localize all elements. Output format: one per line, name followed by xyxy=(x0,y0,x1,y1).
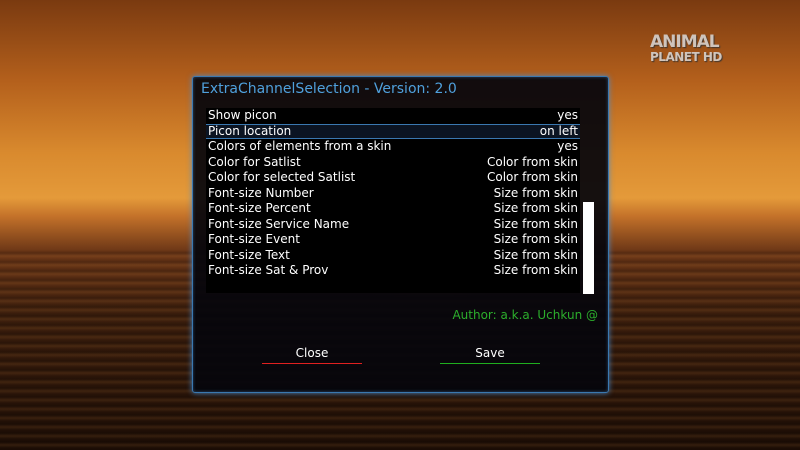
save-button[interactable]: Save xyxy=(440,345,540,364)
setting-label: Colors of elements from a skin xyxy=(208,139,392,153)
setting-row-font-size-number[interactable]: Font-size Number Size from skin xyxy=(206,186,580,202)
author-credit: Author: a.k.a. Uchkun @ xyxy=(452,308,598,322)
setting-value: Size from skin xyxy=(493,185,578,200)
setting-value: yes xyxy=(557,139,578,153)
setting-value: Size from skin xyxy=(493,201,578,215)
close-button[interactable]: Close xyxy=(262,345,362,364)
logo-line-2: PLANET HD xyxy=(650,50,722,64)
logo-line-1: ANIMAL xyxy=(650,32,720,52)
settings-dialog: ExtraChannelSelection - Version: 2.0 Sho… xyxy=(192,76,609,393)
list-scrollbar[interactable] xyxy=(583,202,594,294)
setting-value: Size from skin xyxy=(493,232,578,246)
setting-label: Picon location xyxy=(208,123,292,138)
channel-logo: ANIMAL PLANET HD xyxy=(650,32,730,64)
setting-row-font-size-service-name[interactable]: Font-size Service Name Size from skin xyxy=(206,217,580,233)
setting-label: Font-size Service Name xyxy=(208,216,350,231)
setting-row-font-size-event[interactable]: Font-size Event Size from skin xyxy=(206,232,580,248)
setting-value: yes xyxy=(557,108,578,122)
setting-value: Size from skin xyxy=(493,216,578,231)
setting-value: Size from skin xyxy=(493,247,578,262)
dialog-title: ExtraChannelSelection - Version: 2.0 xyxy=(201,81,457,97)
setting-label: Font-size Percent xyxy=(208,201,311,215)
setting-label: Font-size Text xyxy=(208,247,290,262)
setting-value: on left xyxy=(539,123,578,138)
setting-row-colors-from-skin[interactable]: Colors of elements from a skin yes xyxy=(206,139,580,155)
setting-label: Show picon xyxy=(208,108,277,122)
setting-value: Color from skin xyxy=(486,170,578,184)
setting-row-font-size-text[interactable]: Font-size Text Size from skin xyxy=(206,248,580,264)
setting-row-color-satlist[interactable]: Color for Satlist Color from skin xyxy=(206,155,580,171)
setting-row-font-size-percent[interactable]: Font-size Percent Size from skin xyxy=(206,201,580,217)
setting-label: Font-size Number xyxy=(208,185,314,200)
setting-label: Font-size Event xyxy=(208,232,300,246)
setting-value: Color from skin xyxy=(486,154,578,169)
setting-label: Color for Satlist xyxy=(208,154,301,169)
setting-value: Size from skin xyxy=(493,263,578,277)
setting-row-picon-location[interactable]: Picon location on left xyxy=(206,123,580,139)
settings-list[interactable]: Show picon yes Picon location on left Co… xyxy=(206,108,580,293)
setting-row-color-selected-satlist[interactable]: Color for selected Satlist Color from sk… xyxy=(206,170,580,186)
setting-row-font-size-sat-prov[interactable]: Font-size Sat & Prov Size from skin xyxy=(206,263,580,279)
setting-label: Color for selected Satlist xyxy=(208,170,356,184)
setting-row-show-picon[interactable]: Show picon yes xyxy=(206,108,580,124)
setting-label: Font-size Sat & Prov xyxy=(208,263,329,277)
